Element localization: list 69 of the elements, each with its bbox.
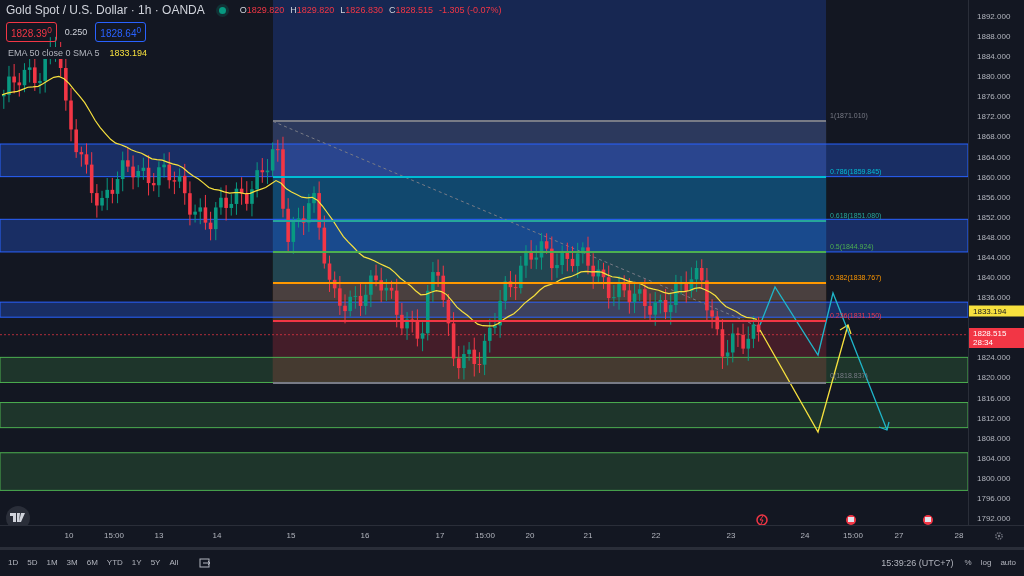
- price-tick: 1864.000: [977, 152, 1011, 162]
- last-price-tag: 1828.515 28:34: [969, 327, 1024, 348]
- price-tick: 1820.000: [977, 372, 1011, 382]
- price-tick: 1800.000: [977, 473, 1011, 483]
- price-tick: 1892.000: [977, 11, 1011, 21]
- ema-price-tag: 1833.194: [969, 305, 1024, 317]
- time-tick: 14: [212, 531, 222, 540]
- time-tick: 17: [435, 531, 445, 540]
- event-icon: [756, 514, 768, 525]
- price-tick: 1872.000: [977, 111, 1011, 121]
- ohlc-value: O1829.820: [239, 5, 285, 15]
- time-tick: 15:00: [843, 531, 863, 540]
- time-tick: 22: [651, 531, 661, 540]
- range-button[interactable]: 3M: [66, 558, 78, 568]
- range-button[interactable]: All: [169, 558, 179, 568]
- price-tick: 1852.000: [977, 212, 1011, 222]
- price-tick: 1804.000: [977, 453, 1011, 463]
- time-tick: 21: [583, 531, 593, 540]
- price-tick: 1836.000: [977, 292, 1011, 302]
- price-change: -1.305 (-0.07%): [438, 5, 502, 15]
- price-tick: 1816.000: [977, 393, 1011, 402]
- sell-button[interactable]: 1828.39$^{0}$: [6, 22, 57, 43]
- price-tick: 1844.000: [977, 252, 1011, 262]
- price-tick: 1860.000: [977, 172, 1011, 182]
- scale-option[interactable]: auto: [1000, 558, 1016, 568]
- price-tick: 1796.000: [977, 493, 1011, 503]
- price-tick: 1884.000: [977, 51, 1011, 61]
- price-tick: 1856.000: [977, 192, 1011, 202]
- flag-icon: [923, 515, 933, 525]
- symbol-title: Gold Spot / U.S. Dollar · 1h · OANDA: [6, 3, 205, 17]
- settings-icon[interactable]: [994, 531, 1004, 541]
- price-tick: 1888.000: [977, 31, 1011, 41]
- range-button[interactable]: 5Y: [150, 558, 161, 568]
- price-tick: 1840.000: [977, 272, 1011, 282]
- buy-button[interactable]: 1828.64$^{0}$: [95, 22, 147, 43]
- time-tick: 20: [525, 531, 535, 540]
- flag-icon: [846, 515, 856, 525]
- price-tick: 1880.000: [977, 71, 1011, 81]
- range-button[interactable]: YTD: [106, 558, 123, 568]
- price-tick: 1848.000: [977, 232, 1011, 242]
- time-tick: 27: [894, 531, 904, 540]
- range-button[interactable]: 5D: [27, 558, 38, 568]
- time-tick: 16: [360, 531, 370, 540]
- ohlc-value: L1826.830: [340, 5, 383, 15]
- time-tick: 10: [64, 531, 74, 540]
- time-tick: 23: [726, 531, 736, 540]
- price-tick: 1812.000: [977, 413, 1011, 423]
- time-tick: 15: [286, 531, 296, 540]
- price-tick: 1792.000: [977, 513, 1011, 523]
- range-button[interactable]: 1D: [8, 558, 19, 568]
- price-tick: 1808.000: [977, 433, 1011, 443]
- ohlc-value: C1828.515: [388, 5, 433, 15]
- ohlc-value: H1829.820: [290, 5, 335, 15]
- clock-text: 15:39:26 (UTC+7): [879, 556, 956, 569]
- indicator-name: EMA 50 close 0 SMA 5: [6, 47, 102, 60]
- time-tick: 13: [154, 531, 164, 540]
- scale-option[interactable]: log: [980, 558, 992, 568]
- range-button[interactable]: 1M: [46, 558, 58, 568]
- price-tick: 1824.000: [977, 352, 1011, 362]
- time-tick: 24: [800, 531, 810, 540]
- range-button[interactable]: 6M: [86, 558, 98, 568]
- date-range-icon[interactable]: [199, 557, 212, 568]
- time-tick: 15:00: [475, 531, 495, 540]
- price-tick: 1868.000: [977, 131, 1011, 141]
- scale-option[interactable]: %: [964, 558, 972, 568]
- time-tick: 15:00: [104, 531, 124, 540]
- range-button[interactable]: 1Y: [131, 558, 142, 568]
- price-tick: 1876.000: [977, 91, 1011, 101]
- time-tick: 28: [954, 531, 964, 540]
